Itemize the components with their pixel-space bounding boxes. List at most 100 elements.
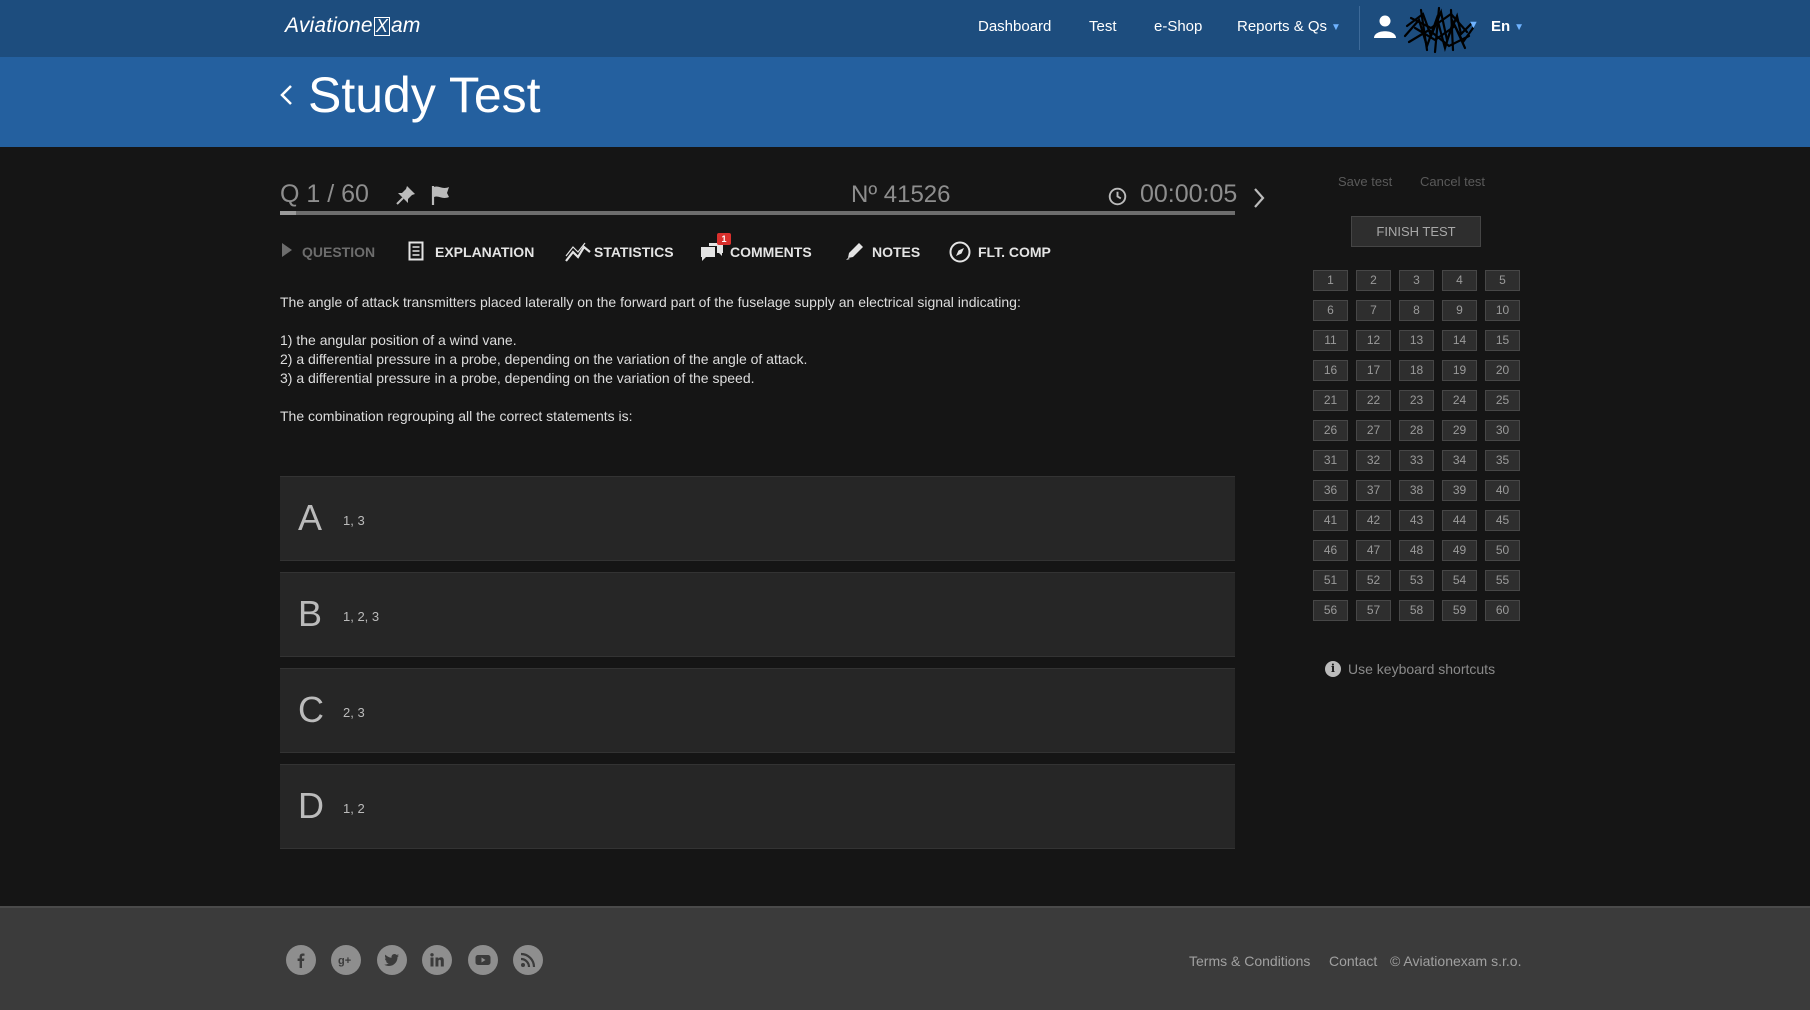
question-nav-cell-22[interactable]: 22	[1356, 390, 1391, 411]
logo-x: X	[373, 16, 391, 36]
question-nav-cell-58[interactable]: 58	[1399, 600, 1434, 621]
question-nav-cell-16[interactable]: 16	[1313, 360, 1348, 381]
tab-explanation[interactable]: EXPLANATION	[408, 240, 538, 264]
tab-flight-computer-label: FLT. COMP	[978, 244, 1051, 260]
tab-question[interactable]: QUESTION	[280, 240, 380, 264]
facebook-icon[interactable]	[286, 945, 316, 975]
question-nav-cell-47[interactable]: 47	[1356, 540, 1391, 561]
question-nav-cell-17[interactable]: 17	[1356, 360, 1391, 381]
question-nav-cell-5[interactable]: 5	[1485, 270, 1520, 291]
question-nav-cell-4[interactable]: 4	[1442, 270, 1477, 291]
question-nav-cell-7[interactable]: 7	[1356, 300, 1391, 321]
nav-test[interactable]: Test	[1089, 18, 1117, 35]
question-nav-cell-40[interactable]: 40	[1485, 480, 1520, 501]
question-nav-cell-35[interactable]: 35	[1485, 450, 1520, 471]
answer-text: 1, 3	[343, 513, 365, 528]
question-nav-cell-8[interactable]: 8	[1399, 300, 1434, 321]
question-nav-cell-27[interactable]: 27	[1356, 420, 1391, 441]
cancel-test-link[interactable]: Cancel test	[1420, 174, 1485, 189]
question-nav-cell-20[interactable]: 20	[1485, 360, 1520, 381]
question-nav-cell-12[interactable]: 12	[1356, 330, 1391, 351]
nav-dashboard[interactable]: Dashboard	[978, 18, 1051, 35]
tab-comments[interactable]: 1 COMMENTS	[700, 233, 820, 264]
question-nav-cell-50[interactable]: 50	[1485, 540, 1520, 561]
question-nav-cell-10[interactable]: 10	[1485, 300, 1520, 321]
question-nav-cell-32[interactable]: 32	[1356, 450, 1391, 471]
question-nav-cell-39[interactable]: 39	[1442, 480, 1477, 501]
question-nav-cell-26[interactable]: 26	[1313, 420, 1348, 441]
tab-flight-computer[interactable]: FLT. COMP	[949, 240, 1059, 264]
question-nav-cell-60[interactable]: 60	[1485, 600, 1520, 621]
answer-letter: C	[298, 689, 324, 730]
question-nav-cell-2[interactable]: 2	[1356, 270, 1391, 291]
question-nav-cell-49[interactable]: 49	[1442, 540, 1477, 561]
linkedin-icon[interactable]	[422, 945, 452, 975]
question-nav-cell-48[interactable]: 48	[1399, 540, 1434, 561]
question-nav-cell-52[interactable]: 52	[1356, 570, 1391, 591]
answer-option-d[interactable]: D 1, 2	[280, 764, 1235, 849]
flag-icon[interactable]	[430, 184, 452, 206]
language-selector[interactable]: En ▼	[1491, 18, 1524, 35]
question-nav-cell-13[interactable]: 13	[1399, 330, 1434, 351]
next-question-chevron-icon[interactable]	[1252, 186, 1266, 210]
save-test-link[interactable]: Save test	[1338, 174, 1392, 189]
answer-option-a[interactable]: A 1, 3	[280, 476, 1235, 561]
question-nav-cell-55[interactable]: 55	[1485, 570, 1520, 591]
question-nav-cell-6[interactable]: 6	[1313, 300, 1348, 321]
nav-eshop[interactable]: e-Shop	[1154, 18, 1202, 35]
question-nav-cell-46[interactable]: 46	[1313, 540, 1348, 561]
question-nav-cell-1[interactable]: 1	[1313, 270, 1348, 291]
question-nav-cell-37[interactable]: 37	[1356, 480, 1391, 501]
question-nav-cell-42[interactable]: 42	[1356, 510, 1391, 531]
nav-reports[interactable]: Reports & Qs ▼	[1237, 18, 1341, 35]
pin-icon[interactable]	[396, 185, 416, 205]
question-nav-cell-19[interactable]: 19	[1442, 360, 1477, 381]
question-nav-cell-57[interactable]: 57	[1356, 600, 1391, 621]
user-icon[interactable]	[1373, 14, 1397, 38]
question-nav-cell-45[interactable]: 45	[1485, 510, 1520, 531]
user-menu-chevron-down-icon[interactable]: ▼	[1468, 19, 1479, 31]
rss-icon[interactable]	[513, 945, 543, 975]
question-nav-cell-25[interactable]: 25	[1485, 390, 1520, 411]
question-nav-cell-11[interactable]: 11	[1313, 330, 1348, 351]
answer-option-b[interactable]: B 1, 2, 3	[280, 572, 1235, 657]
question-nav-cell-15[interactable]: 15	[1485, 330, 1520, 351]
question-nav-cell-14[interactable]: 14	[1442, 330, 1477, 351]
tab-statistics[interactable]: STATISTICS	[565, 240, 675, 264]
question-nav-cell-38[interactable]: 38	[1399, 480, 1434, 501]
question-nav-cell-31[interactable]: 31	[1313, 450, 1348, 471]
redacted-username[interactable]	[1401, 6, 1477, 54]
back-chevron-icon[interactable]	[278, 80, 294, 110]
question-nav-cell-34[interactable]: 34	[1442, 450, 1477, 471]
google-plus-icon[interactable]: g+	[331, 945, 361, 975]
youtube-icon[interactable]	[468, 945, 498, 975]
question-nav-cell-44[interactable]: 44	[1442, 510, 1477, 531]
twitter-icon[interactable]	[377, 945, 407, 975]
question-nav-cell-18[interactable]: 18	[1399, 360, 1434, 381]
question-nav-cell-30[interactable]: 30	[1485, 420, 1520, 441]
question-nav-cell-41[interactable]: 41	[1313, 510, 1348, 531]
contact-link[interactable]: Contact	[1329, 953, 1377, 969]
question-nav-cell-33[interactable]: 33	[1399, 450, 1434, 471]
question-nav-cell-59[interactable]: 59	[1442, 600, 1477, 621]
terms-link[interactable]: Terms & Conditions	[1189, 953, 1310, 969]
question-nav-cell-43[interactable]: 43	[1399, 510, 1434, 531]
keyboard-shortcuts-link[interactable]: Use keyboard shortcuts	[1348, 661, 1495, 677]
logo[interactable]: Aviatione Xam	[285, 14, 421, 38]
question-nav-cell-36[interactable]: 36	[1313, 480, 1348, 501]
chevron-down-icon: ▼	[1514, 22, 1525, 33]
question-nav-cell-53[interactable]: 53	[1399, 570, 1434, 591]
tab-notes[interactable]: NOTES	[845, 240, 925, 264]
question-nav-cell-9[interactable]: 9	[1442, 300, 1477, 321]
finish-test-button[interactable]: FINISH TEST	[1351, 216, 1481, 247]
question-nav-cell-54[interactable]: 54	[1442, 570, 1477, 591]
question-nav-cell-3[interactable]: 3	[1399, 270, 1434, 291]
question-nav-cell-24[interactable]: 24	[1442, 390, 1477, 411]
question-nav-cell-56[interactable]: 56	[1313, 600, 1348, 621]
question-nav-cell-23[interactable]: 23	[1399, 390, 1434, 411]
question-nav-cell-21[interactable]: 21	[1313, 390, 1348, 411]
answer-option-c[interactable]: C 2, 3	[280, 668, 1235, 753]
question-nav-cell-28[interactable]: 28	[1399, 420, 1434, 441]
question-nav-cell-51[interactable]: 51	[1313, 570, 1348, 591]
question-nav-cell-29[interactable]: 29	[1442, 420, 1477, 441]
